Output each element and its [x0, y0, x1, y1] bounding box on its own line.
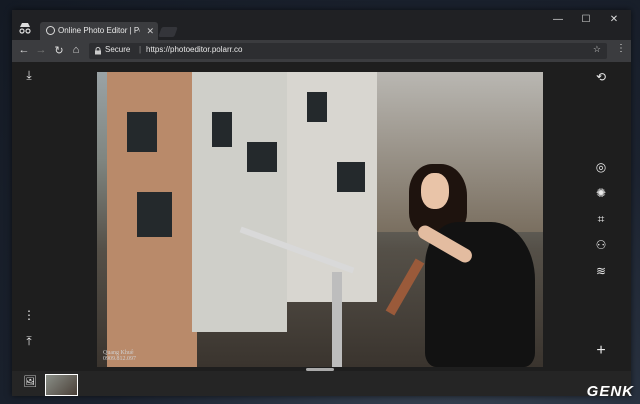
download-icon[interactable]: ⤓ [20, 68, 38, 83]
forward-button[interactable]: → [34, 44, 48, 56]
window [127, 112, 157, 152]
retouch-icon[interactable]: ⚇ [592, 238, 610, 252]
url-separator: | [139, 45, 142, 54]
genk-watermark: GENK [586, 383, 634, 400]
woman-face [421, 173, 449, 209]
browser-toolbar: ← → ↻ ⌂ Secure | https://photoeditor.pol… [12, 40, 631, 62]
photo-credit-phone: 0909.812.097 [103, 356, 136, 362]
chrome-menu-icon[interactable]: ⋮ [616, 43, 626, 54]
polarr-favicon-icon [46, 26, 55, 35]
left-toolbar: ⤓ ⋮ ⤒ [12, 62, 50, 362]
tab-title: Online Photo Editor | Pol [58, 26, 140, 35]
photo-thumbnail[interactable] [45, 374, 78, 396]
tab-close-icon[interactable]: ✕ [146, 22, 154, 40]
maximize-button[interactable]: ☐ [576, 14, 596, 25]
utility-pole [332, 272, 342, 367]
photo-credit: Quang Khuê 0909.812.097 [103, 350, 136, 362]
minimize-button[interactable]: — [548, 14, 568, 25]
secure-label: Secure [105, 45, 131, 54]
new-tab-button[interactable] [158, 27, 178, 37]
window [212, 112, 232, 147]
window [337, 162, 365, 192]
filmstrip: 🖼 [12, 371, 631, 396]
window [247, 142, 277, 172]
close-window-button[interactable]: ✕ [604, 14, 624, 25]
gallery-icon[interactable]: 🖼 [21, 375, 39, 388]
bookmark-star-icon[interactable]: ☆ [593, 44, 601, 55]
tab-photo-editor[interactable]: Online Photo Editor | Pol ✕ [40, 22, 158, 40]
back-button[interactable]: ← [17, 44, 31, 56]
more-vertical-icon[interactable]: ⋮ [20, 308, 38, 322]
add-icon[interactable]: + [592, 342, 610, 360]
incognito-icon [19, 23, 31, 34]
url-text[interactable]: https://photoeditor.polarr.co [146, 45, 243, 54]
photo-canvas[interactable]: Quang Khuê 0909.812.097 [97, 72, 543, 367]
window [137, 192, 172, 237]
window [307, 92, 327, 122]
history-icon[interactable]: ⟲ [592, 70, 610, 84]
building-middle [192, 72, 287, 332]
crop-icon[interactable]: ⌗ [592, 212, 610, 227]
browser-window: Online Photo Editor | Pol ✕ — ☐ ✕ ← → ↻ … [12, 10, 631, 396]
reload-button[interactable]: ↻ [52, 44, 66, 57]
right-toolbar: ⟲ ◎ ✺ ⌗ ⚇ ≋ + [571, 62, 631, 362]
layers-icon[interactable]: ≋ [592, 264, 610, 278]
railing [385, 258, 425, 316]
adjust-icon[interactable]: ✺ [592, 186, 610, 200]
filters-icon[interactable]: ◎ [592, 160, 610, 174]
upload-icon[interactable]: ⤒ [20, 334, 38, 349]
address-bar[interactable]: Secure | https://photoeditor.polarr.co ☆ [89, 43, 607, 59]
lock-icon [95, 47, 101, 55]
photo-editor-app: ⤓ ⋮ ⤒ Quang Khuê 0909.812.097 ⟲ ◎ ✺ ⌗ ⚇ … [12, 62, 631, 396]
title-bar: Online Photo Editor | Pol ✕ — ☐ ✕ [12, 10, 631, 40]
home-button[interactable]: ⌂ [69, 44, 83, 56]
